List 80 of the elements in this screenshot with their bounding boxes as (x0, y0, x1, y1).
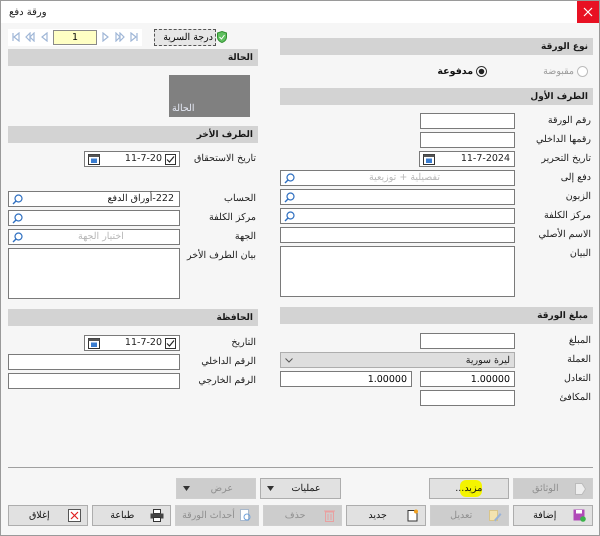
dropdown-button[interactable]: عمليات (260, 478, 341, 499)
input-field[interactable] (8, 354, 180, 370)
window-title: ورقة دفع (8, 6, 47, 18)
page-input[interactable]: 1 (53, 30, 97, 44)
search-field[interactable]: 222-أوراق الدفع (8, 191, 180, 207)
caret-icon (183, 486, 190, 491)
new-document-icon (406, 509, 419, 522)
document-arrow-icon (575, 482, 586, 494)
text-area[interactable] (8, 248, 180, 299)
search-icon (284, 192, 295, 202)
field-label: التعادل (562, 372, 592, 386)
field-label: مركز الكلفة (543, 209, 592, 223)
action-button[interactable]: طباعة (92, 505, 172, 526)
calendar-icon (88, 337, 100, 349)
input-field[interactable] (280, 227, 515, 243)
field-label: الرقم الخارجي (197, 374, 257, 388)
field-label: تاريخ الاستحقاق (192, 152, 257, 166)
date-field[interactable]: 11-7-20 (84, 335, 180, 351)
printer-icon (150, 509, 164, 522)
text-area[interactable] (280, 246, 515, 297)
calendar-icon (423, 153, 435, 165)
radio-icon (577, 66, 588, 76)
secrecy-button[interactable]: درجة السرية (154, 28, 216, 46)
currency-dropdown[interactable]: ليرة سورية (280, 352, 515, 368)
field-label: دفع إلى (560, 171, 592, 185)
field-label: الجهة (234, 230, 257, 244)
field-label: رقمها الداخلي (534, 133, 592, 147)
search-icon (284, 210, 295, 222)
section-header: مبلغ الورقة (280, 307, 593, 324)
input-field[interactable] (420, 390, 515, 406)
search-field[interactable] (280, 189, 515, 205)
search-icon (12, 212, 23, 224)
input-field[interactable] (8, 373, 180, 389)
chevron-icon (285, 358, 293, 362)
close-icon (68, 509, 81, 522)
field-label: العملة (566, 353, 592, 367)
document-search-icon (238, 509, 252, 522)
field-label: الزبون (564, 190, 592, 204)
calendar-icon (88, 153, 100, 165)
search-field[interactable] (280, 208, 515, 224)
section-header: الطرف الأول (280, 88, 593, 105)
search-icon (12, 232, 23, 242)
date-field[interactable]: 11-7-2024 (419, 151, 515, 167)
input-field[interactable]: 1.00000 (280, 371, 412, 387)
radio-icon (476, 66, 488, 76)
field-label: رقم الورقة (546, 114, 592, 128)
input-field[interactable] (420, 113, 515, 129)
edit-icon (489, 509, 502, 522)
date-field[interactable]: 11-7-20 (84, 151, 180, 167)
action-button[interactable]: إضافة (513, 505, 593, 526)
search-icon (12, 194, 23, 204)
field-label: بيان الطرف الأخر (186, 248, 257, 263)
field-label: المبلغ (568, 334, 592, 348)
field-label: تاريخ التحرير (540, 152, 592, 166)
shield-icon (217, 31, 227, 43)
section-header: الطرف الأخر (8, 126, 258, 143)
action-button[interactable]: جديد (346, 505, 426, 526)
section-header: الحافظة (8, 309, 258, 326)
input-field[interactable] (420, 333, 515, 349)
field-label: الحساب (223, 192, 257, 206)
field-label: التاريخ (230, 336, 257, 350)
search-icon (284, 172, 295, 184)
field-label: المكافئ (558, 391, 592, 405)
input-field[interactable]: 1.00000 (420, 371, 515, 387)
section-header: الحالة (8, 49, 258, 66)
save-icon (573, 509, 586, 522)
search-field[interactable] (8, 210, 180, 226)
close-icon (583, 7, 593, 17)
field-label: الاسم الأصلي (537, 227, 592, 242)
field-label: الرقم الداخلي (200, 355, 257, 369)
trash-icon (324, 509, 336, 522)
action-button[interactable]: إغلاق (8, 505, 88, 526)
field-label: البيان (568, 247, 592, 261)
input-field[interactable] (420, 132, 515, 148)
close-button[interactable] (577, 1, 599, 23)
caret-icon (267, 486, 274, 491)
status-label: الحالة (172, 103, 195, 114)
field-label: مركز الكلفة (208, 211, 257, 225)
section-header: نوع الورقة (280, 38, 593, 55)
radio-option[interactable]: مدفوعة (437, 66, 488, 76)
